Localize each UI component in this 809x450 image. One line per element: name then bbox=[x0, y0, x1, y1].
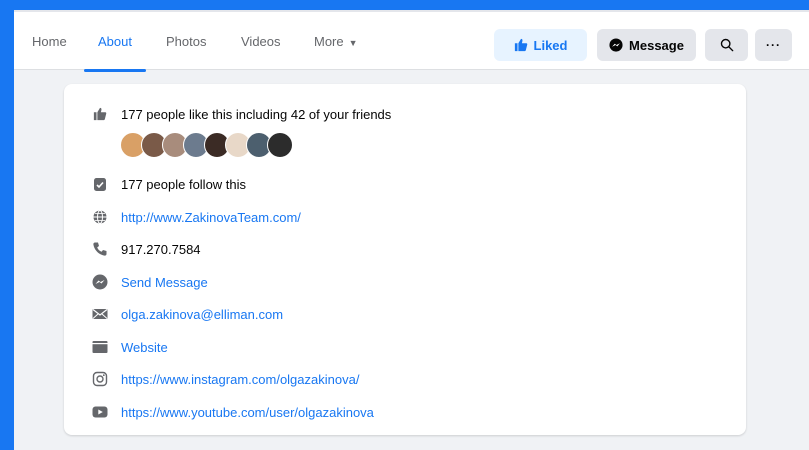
email-row: olga.zakinova@elliman.com bbox=[92, 304, 283, 324]
send-message-row: Send Message bbox=[92, 272, 208, 292]
youtube-row: https://www.youtube.com/user/olgazakinov… bbox=[92, 402, 374, 422]
youtube-icon bbox=[92, 404, 108, 420]
website-row: Website bbox=[92, 337, 168, 357]
website-url-link[interactable]: http://www.ZakinovaTeam.com/ bbox=[121, 210, 301, 225]
search-button[interactable] bbox=[705, 29, 748, 61]
page-tab-bar: Home About Photos Videos More ▼ Liked Mes… bbox=[14, 10, 809, 72]
tab-videos[interactable]: Videos bbox=[241, 12, 281, 70]
follow-check-icon bbox=[92, 176, 108, 192]
instagram-icon bbox=[92, 371, 108, 387]
follow-text: 177 people follow this bbox=[121, 176, 247, 192]
search-icon bbox=[720, 38, 734, 52]
tab-photos[interactable]: Photos bbox=[166, 12, 206, 70]
envelope-icon bbox=[92, 306, 108, 322]
thumbs-up-icon bbox=[92, 106, 108, 122]
caret-down-icon: ▼ bbox=[348, 38, 358, 48]
liked-button[interactable]: Liked bbox=[494, 29, 587, 61]
friend-avatars bbox=[120, 132, 293, 158]
send-message-link[interactable]: Send Message bbox=[121, 275, 208, 290]
thumbs-up-icon bbox=[514, 38, 528, 52]
instagram-link[interactable]: https://www.instagram.com/olgazakinova/ bbox=[121, 372, 359, 387]
tab-more[interactable]: More ▼ bbox=[314, 12, 358, 70]
liked-label: Liked bbox=[533, 37, 568, 53]
about-card: 177 people like this including 42 of you… bbox=[64, 84, 746, 435]
friend-avatar[interactable] bbox=[267, 132, 293, 158]
youtube-link[interactable]: https://www.youtube.com/user/olgazakinov… bbox=[121, 405, 374, 420]
website-link[interactable]: Website bbox=[121, 340, 168, 355]
messenger-icon bbox=[92, 274, 108, 290]
page-frame: Home About Photos Videos More ▼ Liked Mes… bbox=[14, 10, 809, 450]
active-tab-indicator bbox=[84, 69, 146, 72]
instagram-row: https://www.instagram.com/olgazakinova/ bbox=[92, 369, 359, 389]
phone-icon bbox=[92, 241, 108, 257]
more-options-button[interactable]: ··· bbox=[755, 29, 792, 61]
phone-row: 917.270.7584 bbox=[92, 239, 201, 259]
website-url-row: http://www.ZakinovaTeam.com/ bbox=[92, 207, 301, 227]
tab-about[interactable]: About bbox=[84, 12, 146, 72]
messenger-icon bbox=[609, 38, 623, 52]
message-label: Message bbox=[629, 37, 684, 53]
globe-icon bbox=[92, 209, 108, 225]
tab-home[interactable]: Home bbox=[32, 12, 67, 70]
email-link[interactable]: olga.zakinova@elliman.com bbox=[121, 307, 283, 322]
message-button[interactable]: Message bbox=[597, 29, 696, 61]
tab-more-label: More bbox=[314, 34, 344, 49]
tab-about-label: About bbox=[98, 34, 132, 49]
follow-row: 177 people follow this bbox=[92, 174, 246, 194]
ellipsis-icon: ··· bbox=[766, 38, 781, 52]
likes-row: 177 people like this including 42 of you… bbox=[92, 104, 391, 124]
phone-text: 917.270.7584 bbox=[121, 241, 201, 257]
likes-text: 177 people like this including 42 of you… bbox=[121, 106, 392, 122]
film-icon bbox=[92, 339, 108, 355]
